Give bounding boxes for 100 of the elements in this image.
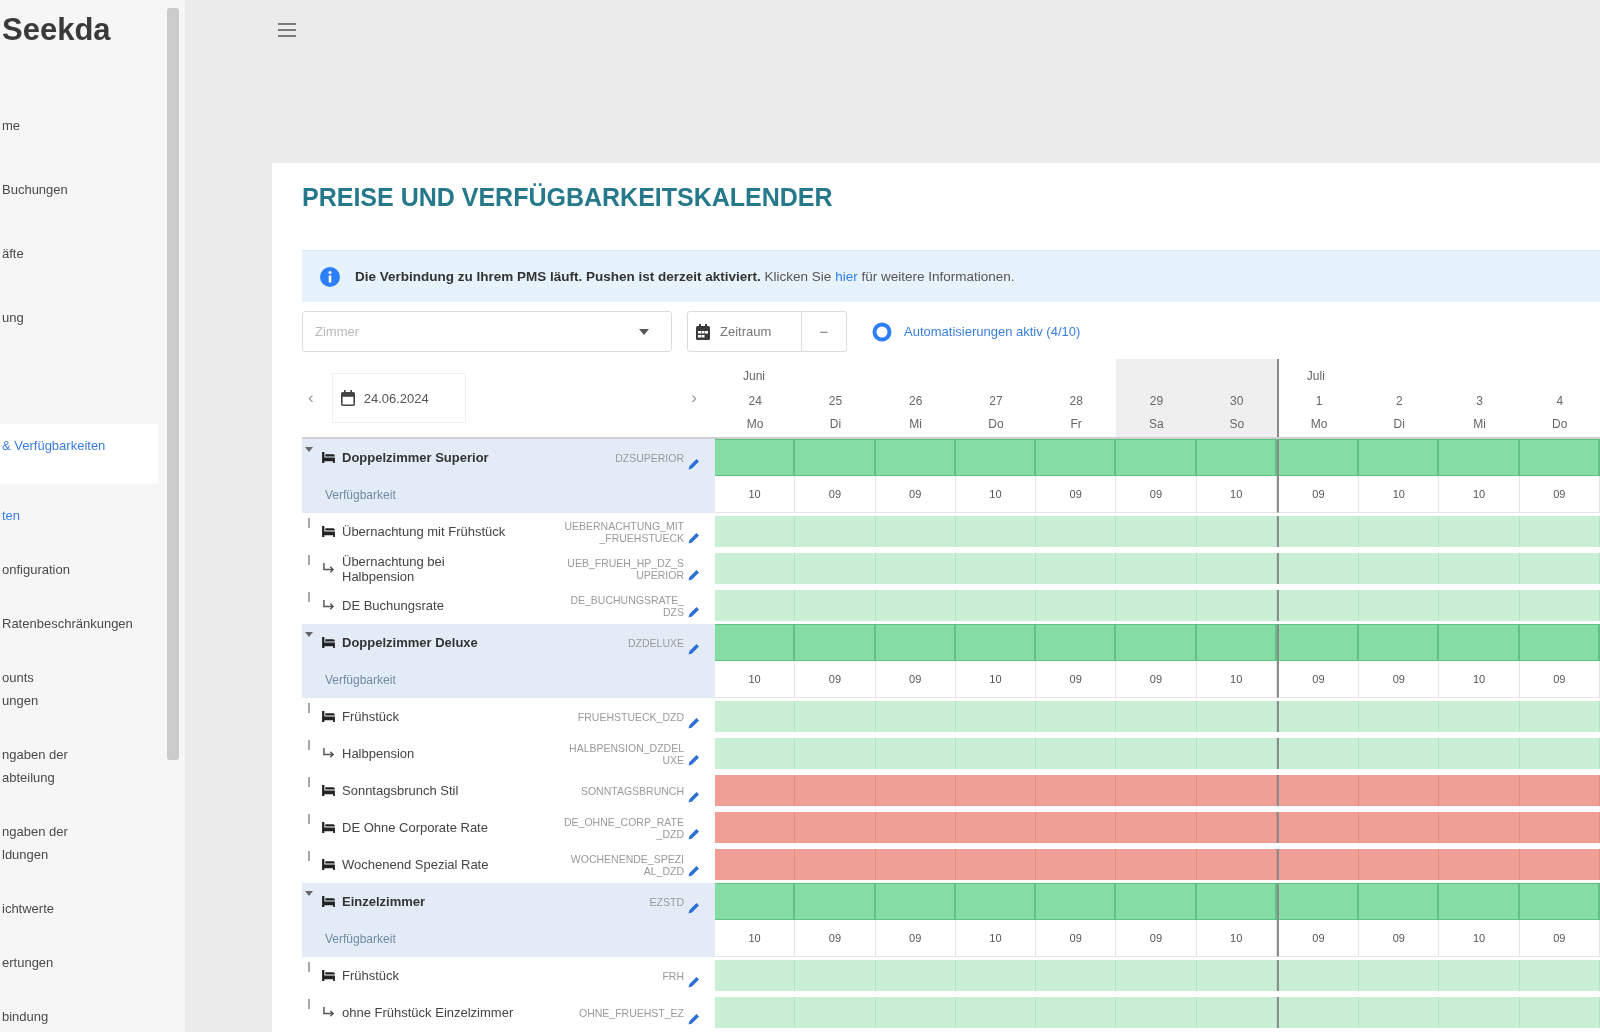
ring-icon[interactable] xyxy=(872,321,892,342)
rate-name: Halbpension xyxy=(342,746,416,761)
info-message: Die Verbindung zu Ihrem PMS läuft. Pushen ist derzeit aktiviert. Klicken Sie hier für weitere Informationen. xyxy=(355,269,1015,284)
calendar-icon xyxy=(696,323,710,340)
period-button[interactable]: Zeitraum xyxy=(687,311,802,352)
pencil-icon[interactable] xyxy=(688,828,700,840)
pencil-icon[interactable] xyxy=(688,606,700,618)
scrollbar-thumb[interactable] xyxy=(167,8,179,760)
caret-icon[interactable] xyxy=(305,889,313,897)
rate-name: Frühstück xyxy=(342,968,401,983)
sidebar-subitem[interactable]: Ratenbeschränkungen xyxy=(0,608,135,639)
sidebar-group[interactable]: & Verfügbarkeiten xyxy=(0,423,158,484)
availability-cell: 09 xyxy=(1519,476,1600,513)
day-number: 26 xyxy=(909,393,923,410)
availability-cell: 10 xyxy=(715,476,796,513)
day-number: 24 xyxy=(748,393,762,410)
sidebar-subitem[interactable]: ten xyxy=(0,500,23,531)
pencil-icon[interactable] xyxy=(688,643,700,655)
pencil-icon[interactable] xyxy=(688,458,700,470)
rate-name: DE Buchungsrate xyxy=(342,598,445,613)
weekday-label: Mo xyxy=(1310,416,1328,433)
sidebar-subitem[interactable]: bindung xyxy=(0,1001,51,1032)
availability-cell: 10 xyxy=(1196,661,1277,698)
caret-icon[interactable] xyxy=(305,630,313,638)
availability-cell: 09 xyxy=(1276,476,1360,513)
availability-cell: 09 xyxy=(875,476,956,513)
rate-name: Sonntagsbrunch Stil xyxy=(342,783,460,798)
weekday-label: Di xyxy=(829,416,842,433)
vertical-line-icon xyxy=(308,555,310,565)
day-number: 3 xyxy=(1476,393,1483,410)
availability-cell: 09 xyxy=(1359,920,1440,957)
bed-icon xyxy=(322,896,335,907)
pencil-icon[interactable] xyxy=(688,717,700,729)
rate-name: ohne Frühstück Einzelzimmer xyxy=(342,1005,515,1020)
rate-code: HALBPENSION_DZDELUXE xyxy=(568,741,684,766)
availability-label: Verfügbarkeit xyxy=(302,661,715,698)
rate-name: Wochenend Spezial Rate xyxy=(342,857,490,872)
pencil-icon[interactable] xyxy=(688,865,700,877)
room-name: Doppelzimmer Deluxe xyxy=(342,635,479,650)
availability-cell: 09 xyxy=(1036,920,1117,957)
automation-link[interactable]: Automatisierungen aktiv (4/10) xyxy=(904,324,1081,339)
weekday-label: Mi xyxy=(1473,416,1486,433)
day-number: 30 xyxy=(1230,393,1244,410)
availability-cell: 10 xyxy=(955,920,1037,957)
room-code: EZSTD xyxy=(648,895,684,908)
weekday-label: So xyxy=(1229,416,1245,433)
availability-cell: 09 xyxy=(1116,661,1197,698)
availability-cell: 10 xyxy=(1196,476,1277,513)
pencil-icon[interactable] xyxy=(688,569,700,581)
sidebar-subitem[interactable]: ngaben der abteilung xyxy=(0,739,70,793)
menu-icon[interactable] xyxy=(278,22,296,38)
sidebar-item[interactable]: ung xyxy=(0,303,26,332)
rate-code: FRUEHSTUECK_DZD xyxy=(576,710,684,723)
brand-logo[interactable]: Seekda xyxy=(2,10,111,50)
vertical-line-icon xyxy=(308,777,310,787)
availability-cell: 10 xyxy=(1196,920,1277,957)
availability-cell: 09 xyxy=(1116,920,1197,957)
info-link[interactable]: hier xyxy=(835,269,858,284)
caret-icon[interactable] xyxy=(305,445,313,453)
availability-cell: 09 xyxy=(875,920,956,957)
pencil-icon[interactable] xyxy=(688,1013,700,1025)
bed-icon xyxy=(322,637,335,648)
more-button[interactable]: − xyxy=(802,311,847,352)
sidebar-subitem[interactable]: ertungen xyxy=(0,947,56,978)
pencil-icon[interactable] xyxy=(688,976,700,988)
availability-cell: 09 xyxy=(1036,661,1117,698)
bed-icon xyxy=(322,452,335,463)
availability-cell: 10 xyxy=(1359,476,1440,513)
availability-cell: 09 xyxy=(1519,661,1600,698)
availability-cell: 09 xyxy=(1116,476,1197,513)
pencil-icon[interactable] xyxy=(688,532,700,544)
weekday-label: Di xyxy=(1393,416,1405,433)
day-number: 2 xyxy=(1395,393,1403,410)
info-icon xyxy=(320,266,340,287)
room-code: DZSUPERIOR xyxy=(614,451,684,464)
date-field[interactable]: 24.06.2024 xyxy=(331,373,466,423)
sidebar-item[interactable]: me xyxy=(0,111,23,140)
sidebar-subitem[interactable]: ounts ungen xyxy=(0,662,41,716)
day-number: 28 xyxy=(1069,393,1083,410)
availability-cell: 09 xyxy=(795,920,876,957)
rate-code: SONNTAGSBRUNCH xyxy=(579,784,684,797)
rate-code: DE_BUCHUNGSRATE_DZS xyxy=(569,593,684,618)
vertical-line-icon xyxy=(308,851,310,861)
sidebar-subitem[interactable]: ichtwerte xyxy=(0,893,57,924)
pencil-icon[interactable] xyxy=(688,902,700,914)
availability-cell: 10 xyxy=(1439,920,1520,957)
pencil-icon[interactable] xyxy=(688,754,700,766)
rate-code: DE_OHNE_CORP_RATE_DZD xyxy=(564,815,684,840)
day-number: 4 xyxy=(1556,393,1564,410)
rate-name: DE Ohne Corporate Rate xyxy=(342,820,489,835)
room-name: Einzelzimmer xyxy=(342,894,427,909)
sidebar-item[interactable]: äfte xyxy=(0,239,26,268)
page-title: PREISE UND VERFÜGBARKEITSKALENDER xyxy=(302,182,833,212)
sidebar-subitem[interactable]: onfiguration xyxy=(0,554,72,585)
weekday-label: Sa xyxy=(1149,416,1164,433)
sidebar-subitem[interactable]: ngaben der ldungen xyxy=(0,816,70,870)
weekday-label: Mi xyxy=(909,416,922,433)
sidebar-item[interactable]: Buchungen xyxy=(0,175,70,204)
vertical-line-icon xyxy=(308,703,310,713)
pencil-icon[interactable] xyxy=(688,791,700,803)
